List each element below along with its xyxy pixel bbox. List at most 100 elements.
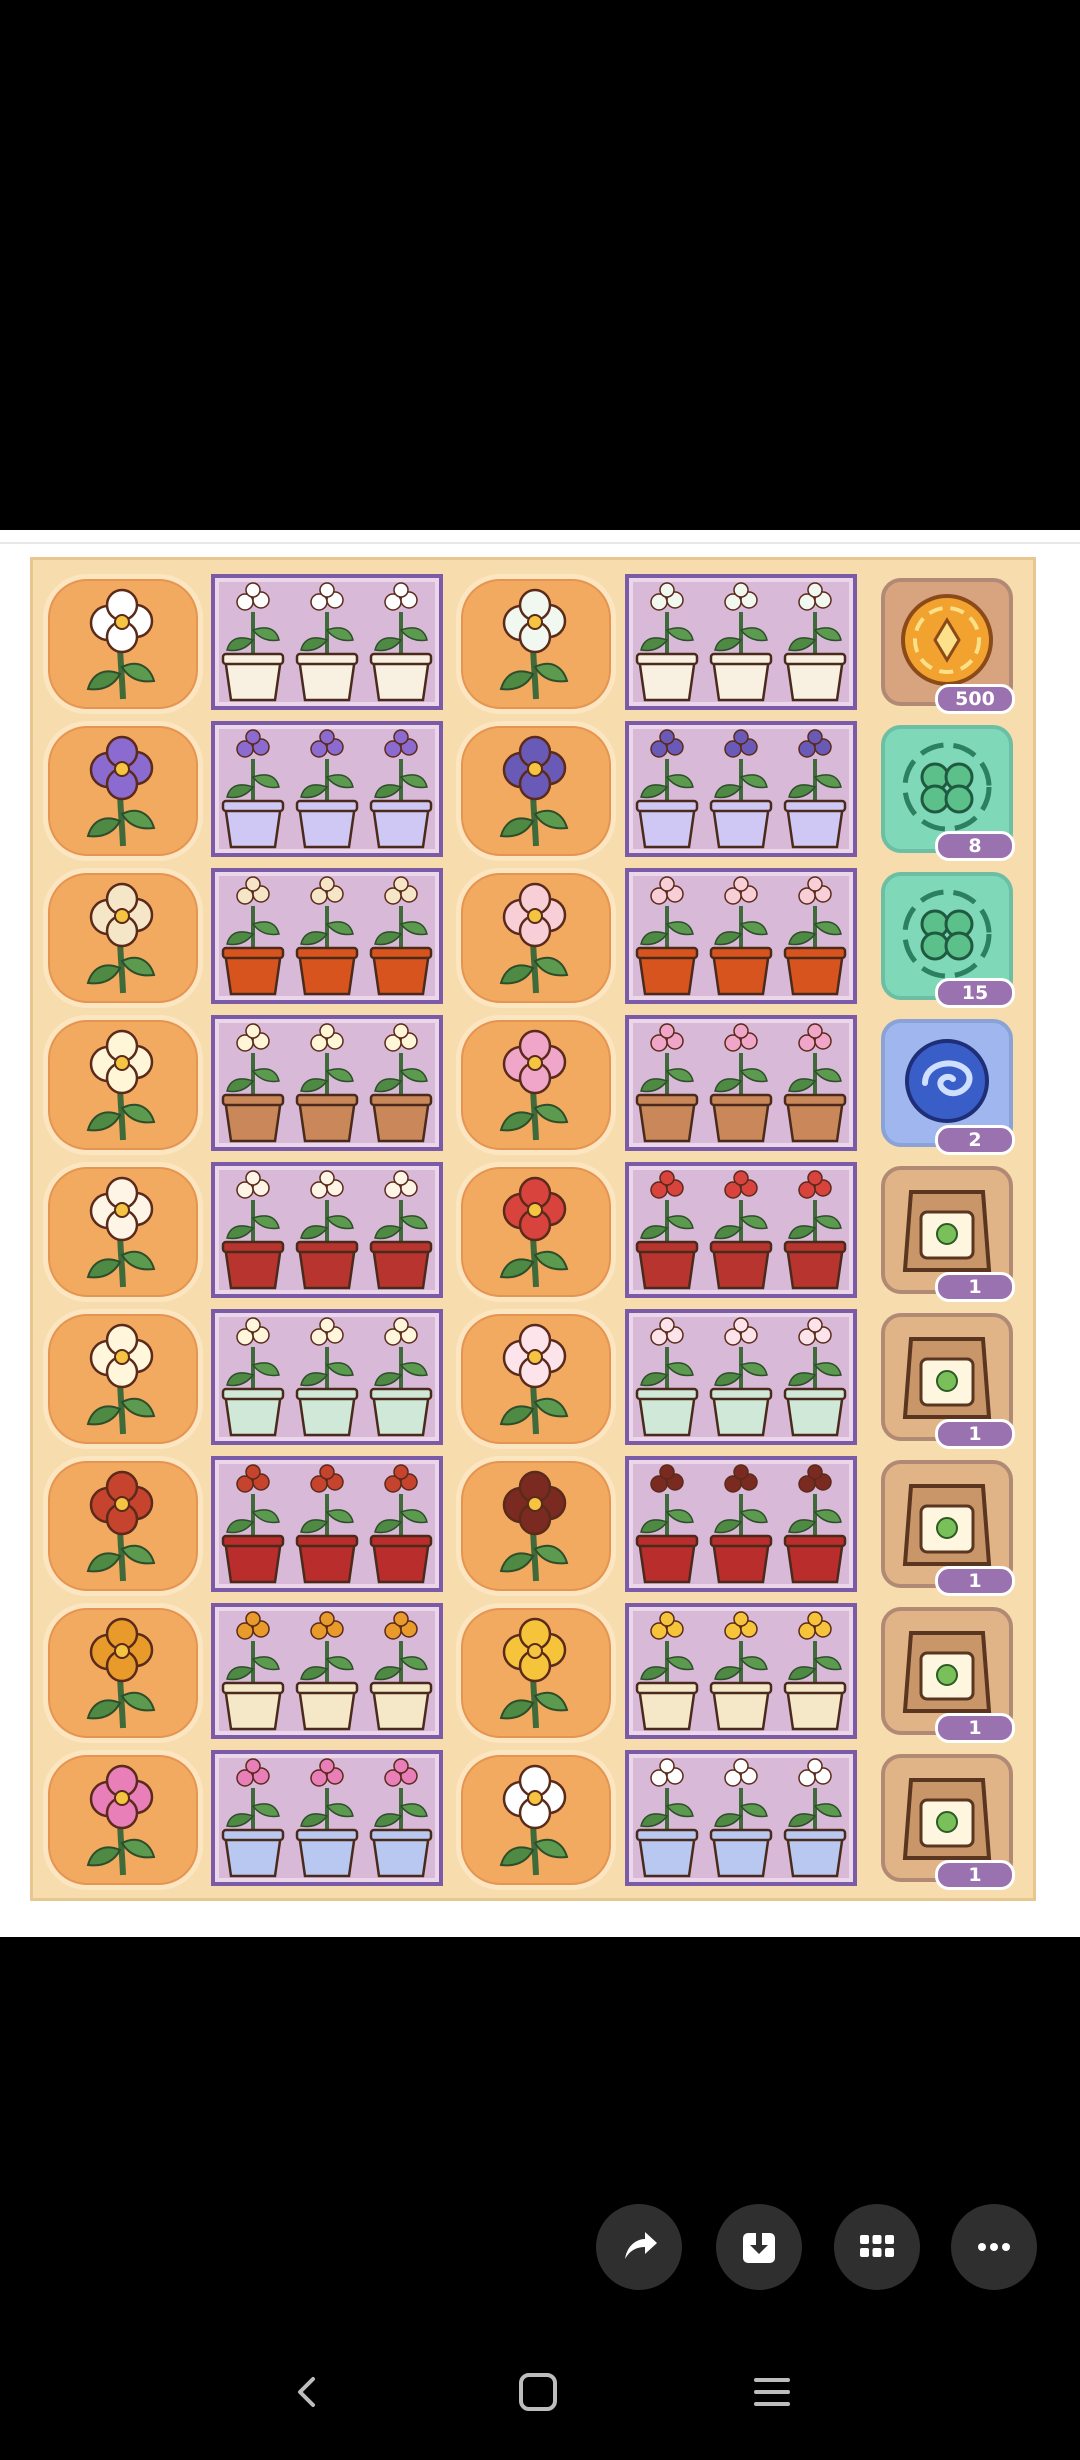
potted-plants-tile[interactable] (625, 1162, 857, 1298)
reward-item-tile[interactable]: 1 (881, 1754, 1015, 1890)
reward-item-tile[interactable]: 1 (881, 1460, 1015, 1596)
reward-item-tile[interactable]: 1 (881, 1607, 1015, 1743)
red-maple-branch-icon (86, 1470, 156, 1582)
potted-plants-tile[interactable] (625, 1309, 857, 1445)
image-top-border (0, 530, 1080, 544)
flower-tile[interactable] (43, 574, 203, 714)
bow-pot-icon (221, 1611, 433, 1731)
download-button[interactable] (716, 2204, 802, 2290)
flower-tile[interactable] (456, 721, 616, 861)
item-count-badge: 1 (935, 1860, 1015, 1890)
white-orchid-icon (499, 1764, 569, 1876)
item-count-badge: 1 (935, 1713, 1015, 1743)
home-icon (519, 2373, 557, 2411)
pink-lily-icon (499, 882, 569, 994)
potted-plants-tile[interactable] (211, 1456, 443, 1592)
mint-patterned-pot-icon (635, 1317, 847, 1437)
more-icon (978, 2243, 1010, 2251)
dark-lily-icon (499, 1470, 569, 1582)
item-count-badge: 15 (935, 978, 1015, 1008)
potted-plants-tile[interactable] (625, 721, 857, 857)
flower-tile[interactable] (43, 1603, 203, 1743)
flower-tile[interactable] (43, 1309, 203, 1449)
reward-item-tile[interactable]: 2 (881, 1019, 1015, 1155)
potted-plants-tile[interactable] (625, 574, 857, 710)
red-round-pot-icon (221, 1464, 433, 1584)
nav-home-button[interactable] (508, 2362, 568, 2422)
purple-hyacinth-icon (499, 735, 569, 847)
share-button[interactable] (596, 2204, 682, 2290)
potted-plants-tile[interactable] (625, 868, 857, 1004)
reward-item-tile[interactable]: 15 (881, 872, 1015, 1008)
red-heliconia-icon (499, 1176, 569, 1288)
pink-chrysanthemum-icon (86, 1764, 156, 1876)
orange-marigold-icon (86, 1617, 156, 1729)
flower-collection-board: 500 8 15 2 1 1 1 1 1 (30, 557, 1036, 1901)
recents-icon (754, 2378, 790, 2406)
bow-pot-icon (635, 1611, 847, 1731)
reward-item-tile[interactable]: 1 (881, 1166, 1015, 1302)
blue-stripe-pot-icon (635, 1758, 847, 1878)
potted-plants-tile[interactable] (625, 1015, 857, 1151)
flower-tile[interactable] (43, 1162, 203, 1302)
red-pot-icon (221, 1170, 433, 1290)
apps-grid-icon (860, 2235, 894, 2257)
potted-plants-tile[interactable] (625, 1603, 857, 1739)
item-count-badge: 8 (935, 831, 1015, 861)
white-lily-icon (86, 1029, 156, 1141)
glass-cube-pot-icon (221, 729, 433, 849)
flower-tile[interactable] (456, 1309, 616, 1449)
red-gold-pot-icon (221, 876, 433, 996)
potted-plants-tile[interactable] (211, 1015, 443, 1151)
pink-hyacinth-icon (499, 1323, 569, 1435)
flower-tile[interactable] (456, 1015, 616, 1155)
potted-plants-tile[interactable] (211, 721, 443, 857)
flower-tile[interactable] (456, 1603, 616, 1743)
flower-tile[interactable] (43, 1015, 203, 1155)
bird-of-paradise-icon (86, 882, 156, 994)
potted-plants-tile[interactable] (211, 1162, 443, 1298)
purple-bellflower-icon (86, 735, 156, 847)
share-icon (625, 2232, 657, 2259)
mint-patterned-pot-icon (221, 1317, 433, 1437)
potted-plants-tile[interactable] (625, 1456, 857, 1592)
flower-tile[interactable] (456, 1162, 616, 1302)
flower-tile[interactable] (456, 1750, 616, 1890)
white-plumeria-icon (86, 1323, 156, 1435)
flower-tile[interactable] (456, 1456, 616, 1596)
white-carnation-icon (86, 1176, 156, 1288)
potted-plants-tile[interactable] (211, 574, 443, 710)
potted-plants-tile[interactable] (211, 868, 443, 1004)
reward-item-tile[interactable]: 8 (881, 725, 1015, 861)
reward-item-tile[interactable]: 1 (881, 1313, 1015, 1449)
reward-item-tile[interactable]: 500 (881, 578, 1015, 714)
red-round-pot-icon (635, 1464, 847, 1584)
terracotta-pot-icon (635, 1023, 847, 1143)
item-count-badge: 2 (935, 1125, 1015, 1155)
red-pot-icon (635, 1170, 847, 1290)
flower-tile[interactable] (43, 868, 203, 1008)
blue-stripe-pot-icon (221, 1758, 433, 1878)
glass-cube-pot-icon (635, 729, 847, 849)
nav-back-button[interactable] (278, 2362, 338, 2422)
cat-face-pot-icon (635, 582, 847, 702)
potted-plants-tile[interactable] (211, 1309, 443, 1445)
white-hyacinth-icon (499, 588, 569, 700)
flower-tile[interactable] (43, 721, 203, 861)
apps-button[interactable] (834, 2204, 920, 2290)
more-button[interactable] (951, 2204, 1037, 2290)
item-count-badge: 1 (935, 1419, 1015, 1449)
flower-tile[interactable] (456, 574, 616, 714)
item-count-badge: 500 (935, 684, 1015, 714)
red-gold-pot-icon (635, 876, 847, 996)
cat-face-pot-icon (221, 582, 433, 702)
back-icon (298, 2377, 315, 2407)
screen: 500 8 15 2 1 1 1 1 1 (0, 0, 1080, 2460)
flower-tile[interactable] (456, 868, 616, 1008)
flower-tile[interactable] (43, 1750, 203, 1890)
potted-plants-tile[interactable] (211, 1603, 443, 1739)
nav-recents-button[interactable] (742, 2362, 802, 2422)
flower-tile[interactable] (43, 1456, 203, 1596)
potted-plants-tile[interactable] (211, 1750, 443, 1886)
potted-plants-tile[interactable] (625, 1750, 857, 1886)
